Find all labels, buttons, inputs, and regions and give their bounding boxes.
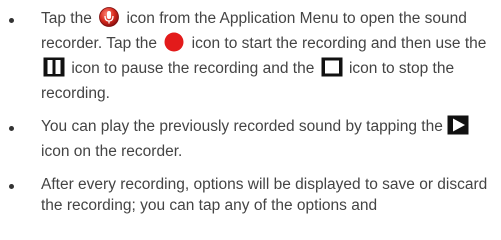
bullet-3-text-1: After every recording, options will be d… — [41, 176, 488, 214]
bullet-1-text-3: icon to start the recording and then use… — [191, 35, 487, 52]
bullet-1-text-4: icon to pause the recording and the — [71, 60, 315, 77]
stop-icon — [321, 57, 343, 77]
pause-icon — [43, 57, 65, 77]
bullet-1-text-1: Tap the — [41, 10, 92, 27]
bullet-dot — [9, 18, 14, 23]
list-item: After every recording, options will be d… — [0, 174, 501, 216]
list-item: You can play the previously recorded sou… — [0, 114, 501, 164]
bullet-dot — [9, 126, 14, 131]
bullet-2-text-2: icon on the recorder. — [41, 143, 183, 160]
instruction-list: Tap the icon from the Application Menu t… — [0, 0, 501, 216]
record-red-circle-icon — [163, 32, 185, 52]
recorder-app-icon — [98, 7, 120, 27]
play-icon — [447, 115, 469, 135]
bullet-dot — [9, 184, 14, 189]
list-item: Tap the icon from the Application Menu t… — [0, 6, 501, 106]
bullet-2-text-1: You can play the previously recorded sou… — [41, 118, 443, 135]
